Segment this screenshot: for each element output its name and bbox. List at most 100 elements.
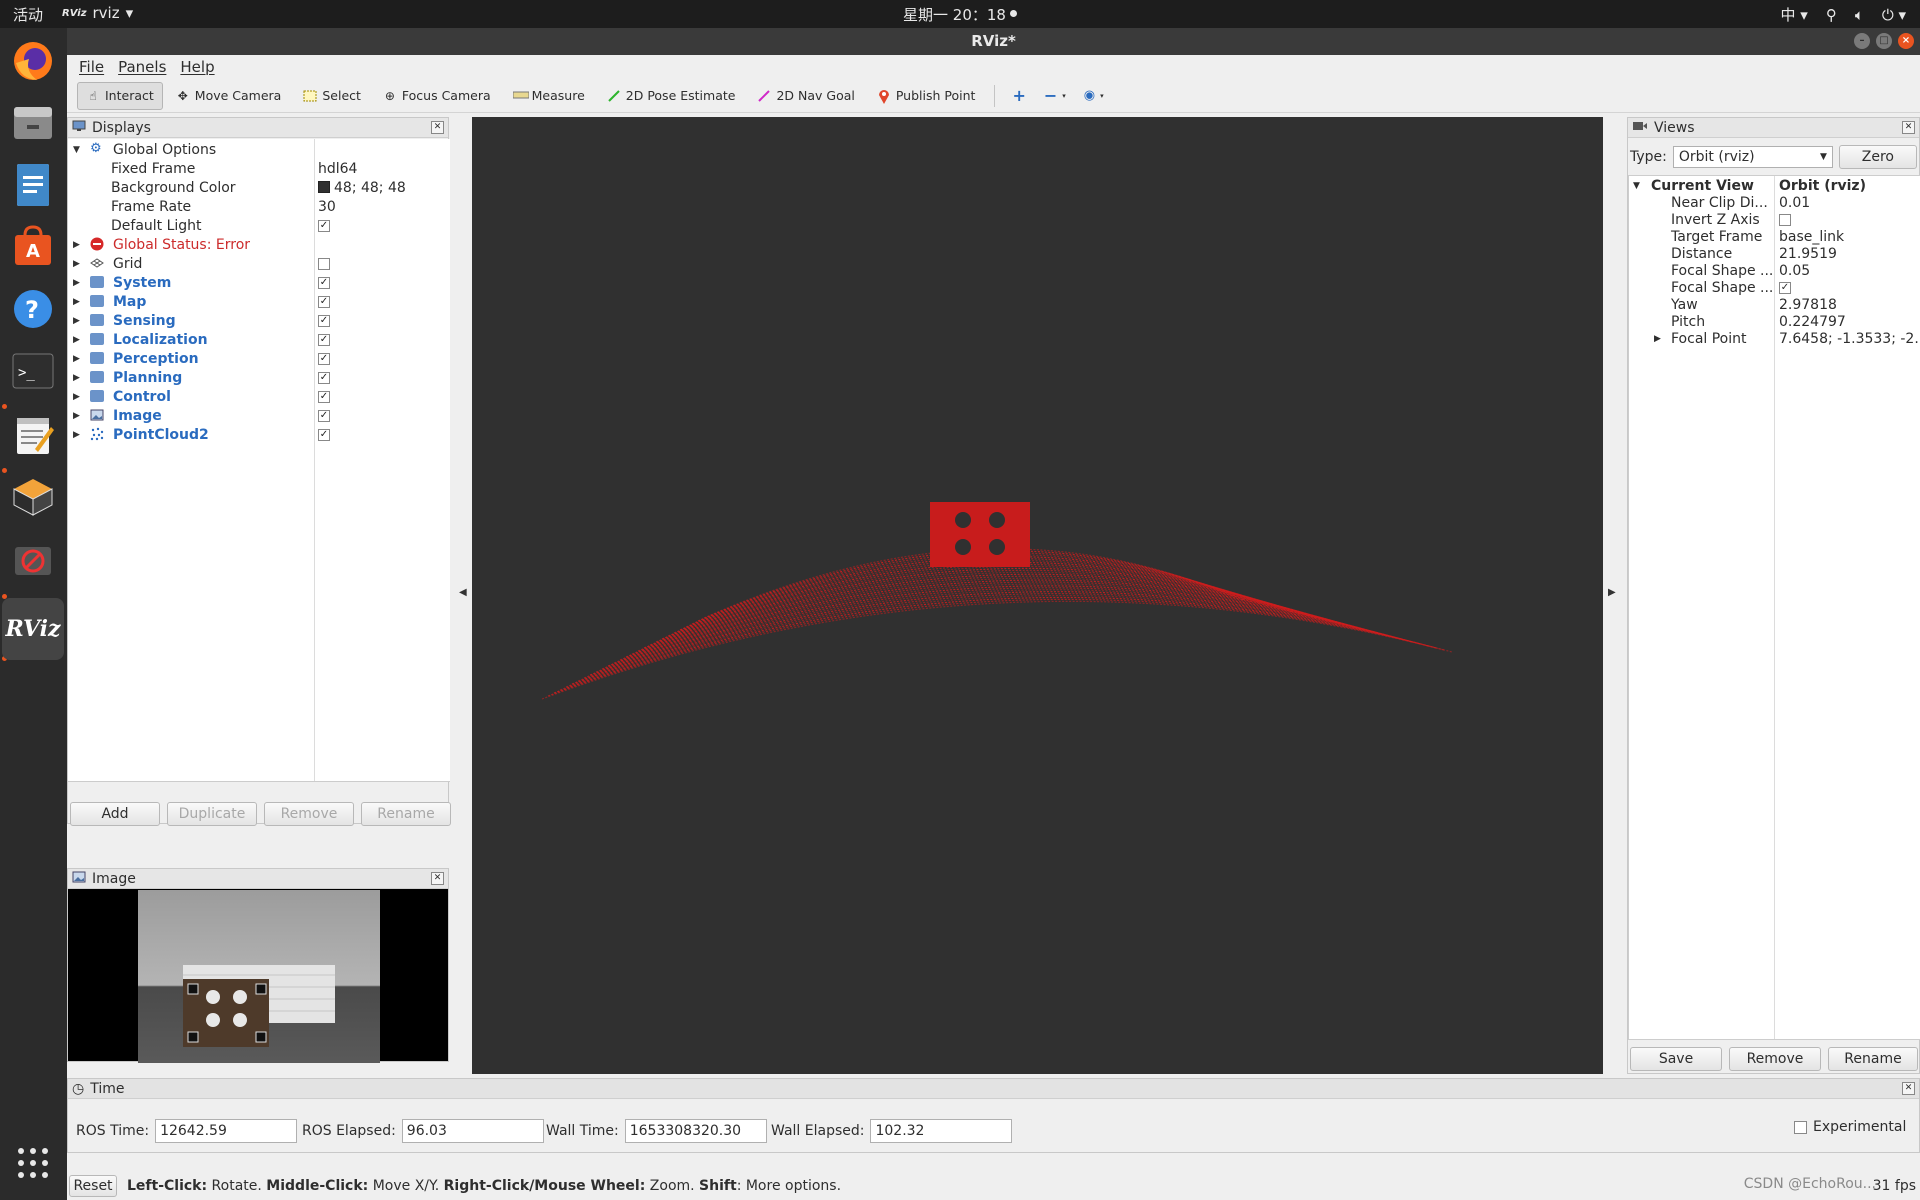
help-icon[interactable]: ?	[8, 284, 58, 334]
invert-z-row[interactable]: Invert Z Axis	[1629, 212, 1920, 229]
files-icon[interactable]	[8, 98, 58, 148]
add-button[interactable]: Add	[70, 802, 160, 826]
current-view-row[interactable]: ▼ Current View Orbit (rviz)	[1629, 178, 1920, 195]
collapsed-arrow-icon[interactable]: ▶	[73, 392, 83, 402]
ros-elapsed-input[interactable]: 96.03	[401, 1119, 544, 1143]
collapse-right-icon[interactable]: ▶	[1608, 587, 1616, 598]
pose-estimate-tool-button[interactable]: 2D Pose Estimate	[598, 82, 745, 110]
window-titlebar[interactable]: RViz* – □ ×	[67, 28, 1920, 55]
minimize-button[interactable]: –	[1854, 33, 1870, 49]
tree-row-global-status[interactable]: ▶ Global Status: Error	[68, 235, 450, 254]
plus-icon[interactable]: +	[1005, 82, 1032, 110]
yaw-row[interactable]: Yaw 2.97818	[1629, 297, 1920, 314]
duplicate-button[interactable]: Duplicate	[167, 802, 257, 826]
pitch-value[interactable]: 0.224797	[1779, 314, 1846, 330]
move-camera-tool-button[interactable]: ✥ Move Camera	[167, 82, 291, 110]
focus-camera-tool-button[interactable]: ⊕ Focus Camera	[374, 82, 500, 110]
planning-checkbox[interactable]: ✓	[318, 371, 330, 384]
background-color-value[interactable]: 48; 48; 48	[318, 180, 406, 196]
measure-tool-button[interactable]: Measure	[504, 82, 594, 110]
focal-shape-fixed-row[interactable]: Focal Shape ... ✓	[1629, 280, 1920, 297]
tree-row-background-color[interactable]: Background Color 48; 48; 48	[68, 178, 450, 197]
tree-row-localization[interactable]: ▶ Localization ✓	[68, 330, 450, 349]
nav-goal-tool-button[interactable]: 2D Nav Goal	[748, 82, 863, 110]
collapsed-arrow-icon[interactable]: ▶	[73, 411, 83, 421]
fixed-frame-value[interactable]: hdl64	[318, 161, 357, 177]
grid-checkbox[interactable]	[318, 257, 330, 270]
eye-icon[interactable]: ◉ ▾	[1077, 82, 1111, 110]
perception-checkbox[interactable]: ✓	[318, 352, 330, 365]
focal-shape-fixed-checkbox[interactable]: ✓	[1779, 282, 1791, 294]
software-store-icon[interactable]: A	[8, 222, 58, 272]
experimental-checkbox[interactable]	[1794, 1120, 1807, 1134]
system-checkbox[interactable]: ✓	[318, 276, 330, 289]
rviz-icon[interactable]: RViz	[2, 598, 64, 660]
focal-shape-size-value[interactable]: 0.05	[1779, 263, 1810, 279]
focal-point-value[interactable]: 7.6458; -1.3533; -2...	[1779, 331, 1920, 347]
views-tree[interactable]: ▼ Current View Orbit (rviz) Near Clip Di…	[1628, 175, 1920, 1040]
volume-icon[interactable]: 🔈︎	[1855, 6, 1864, 24]
zero-button[interactable]: Zero	[1838, 145, 1917, 169]
expanded-arrow-icon[interactable]: ▼	[1633, 181, 1640, 191]
virtualbox-icon[interactable]	[8, 472, 58, 522]
localization-checkbox[interactable]: ✓	[318, 333, 330, 346]
menu-help[interactable]: Help	[174, 58, 220, 76]
collapsed-arrow-icon[interactable]: ▶	[73, 430, 83, 440]
rename-button[interactable]: Rename	[361, 802, 451, 826]
publish-point-tool-button[interactable]: Publish Point	[868, 82, 985, 110]
collapsed-arrow-icon[interactable]: ▶	[73, 278, 83, 288]
app-grid-icon[interactable]	[8, 1138, 58, 1188]
invert-z-checkbox[interactable]	[1779, 214, 1791, 226]
text-editor-icon[interactable]	[8, 410, 58, 460]
left-dock-splitter[interactable]: ◀	[454, 117, 472, 1074]
minus-icon[interactable]: − ▾	[1037, 82, 1073, 110]
map-checkbox[interactable]: ✓	[318, 295, 330, 308]
save-view-button[interactable]: Save	[1630, 1047, 1722, 1071]
tree-row-control[interactable]: ▶ Control ✓	[68, 387, 450, 406]
tree-row-system[interactable]: ▶ System ✓	[68, 273, 450, 292]
wall-time-input[interactable]: 1653308320.30	[624, 1119, 767, 1143]
sensing-checkbox[interactable]: ✓	[318, 314, 330, 327]
pointcloud2-checkbox[interactable]: ✓	[318, 428, 330, 441]
input-method-indicator[interactable]: 中 ▾	[1780, 4, 1807, 25]
near-clip-value[interactable]: 0.01	[1779, 195, 1810, 211]
yaw-value[interactable]: 2.97818	[1779, 297, 1837, 313]
image-checkbox[interactable]: ✓	[318, 409, 330, 422]
reset-button[interactable]: Reset	[69, 1175, 117, 1197]
system-tray[interactable]: 中 ▾ ⚲ 🔈︎ ⏻ ▾	[1780, 4, 1906, 25]
remove-button[interactable]: Remove	[264, 802, 354, 826]
tree-row-fixed-frame[interactable]: Fixed Frame hdl64	[68, 159, 450, 178]
pitch-row[interactable]: Pitch 0.224797	[1629, 314, 1920, 331]
accessibility-icon[interactable]: ⚲	[1826, 6, 1837, 24]
power-icon[interactable]: ⏻ ▾	[1882, 6, 1906, 24]
close-icon[interactable]: ✕	[1902, 121, 1915, 134]
tree-row-default-light[interactable]: Default Light ✓	[68, 216, 450, 235]
view-type-select[interactable]: Orbit (rviz) ▼	[1672, 146, 1833, 168]
expanded-arrow-icon[interactable]: ▼	[73, 145, 83, 155]
rename-view-button[interactable]: Rename	[1828, 1047, 1918, 1071]
interact-tool-button[interactable]: ☝ Interact	[77, 81, 163, 110]
collapsed-arrow-icon[interactable]: ▶	[73, 259, 83, 269]
displays-tree[interactable]: ▼ ⚙ Global Options Fixed Frame hdl64 Bac…	[68, 139, 450, 782]
tree-row-image[interactable]: ▶ Image ✓	[68, 406, 450, 425]
tree-row-frame-rate[interactable]: Frame Rate 30	[68, 197, 450, 216]
tree-row-map[interactable]: ▶ Map ✓	[68, 292, 450, 311]
collapsed-arrow-icon[interactable]: ▶	[73, 373, 83, 383]
frame-rate-value[interactable]: 30	[318, 199, 336, 215]
menu-panels[interactable]: Panels	[112, 58, 172, 76]
collapsed-arrow-icon[interactable]: ▶	[73, 335, 83, 345]
select-tool-button[interactable]: Select	[294, 82, 370, 110]
collapsed-arrow-icon[interactable]: ▶	[73, 354, 83, 364]
tree-row-global-options[interactable]: ▼ ⚙ Global Options	[68, 140, 450, 159]
collapsed-arrow-icon[interactable]: ▶	[1654, 334, 1661, 344]
close-icon[interactable]: ✕	[1902, 1082, 1915, 1095]
remove-view-button[interactable]: Remove	[1729, 1047, 1821, 1071]
tree-row-grid[interactable]: ▶ Grid	[68, 254, 450, 273]
close-icon[interactable]: ✕	[431, 121, 444, 134]
writer-icon[interactable]	[8, 160, 58, 210]
clock[interactable]: 星期一 20：18	[0, 4, 1920, 25]
close-icon[interactable]: ✕	[431, 872, 444, 885]
focal-shape-size-row[interactable]: Focal Shape ... 0.05	[1629, 263, 1920, 280]
experimental-field[interactable]: Experimental	[1794, 1119, 1906, 1135]
firefox-icon[interactable]	[8, 36, 58, 86]
